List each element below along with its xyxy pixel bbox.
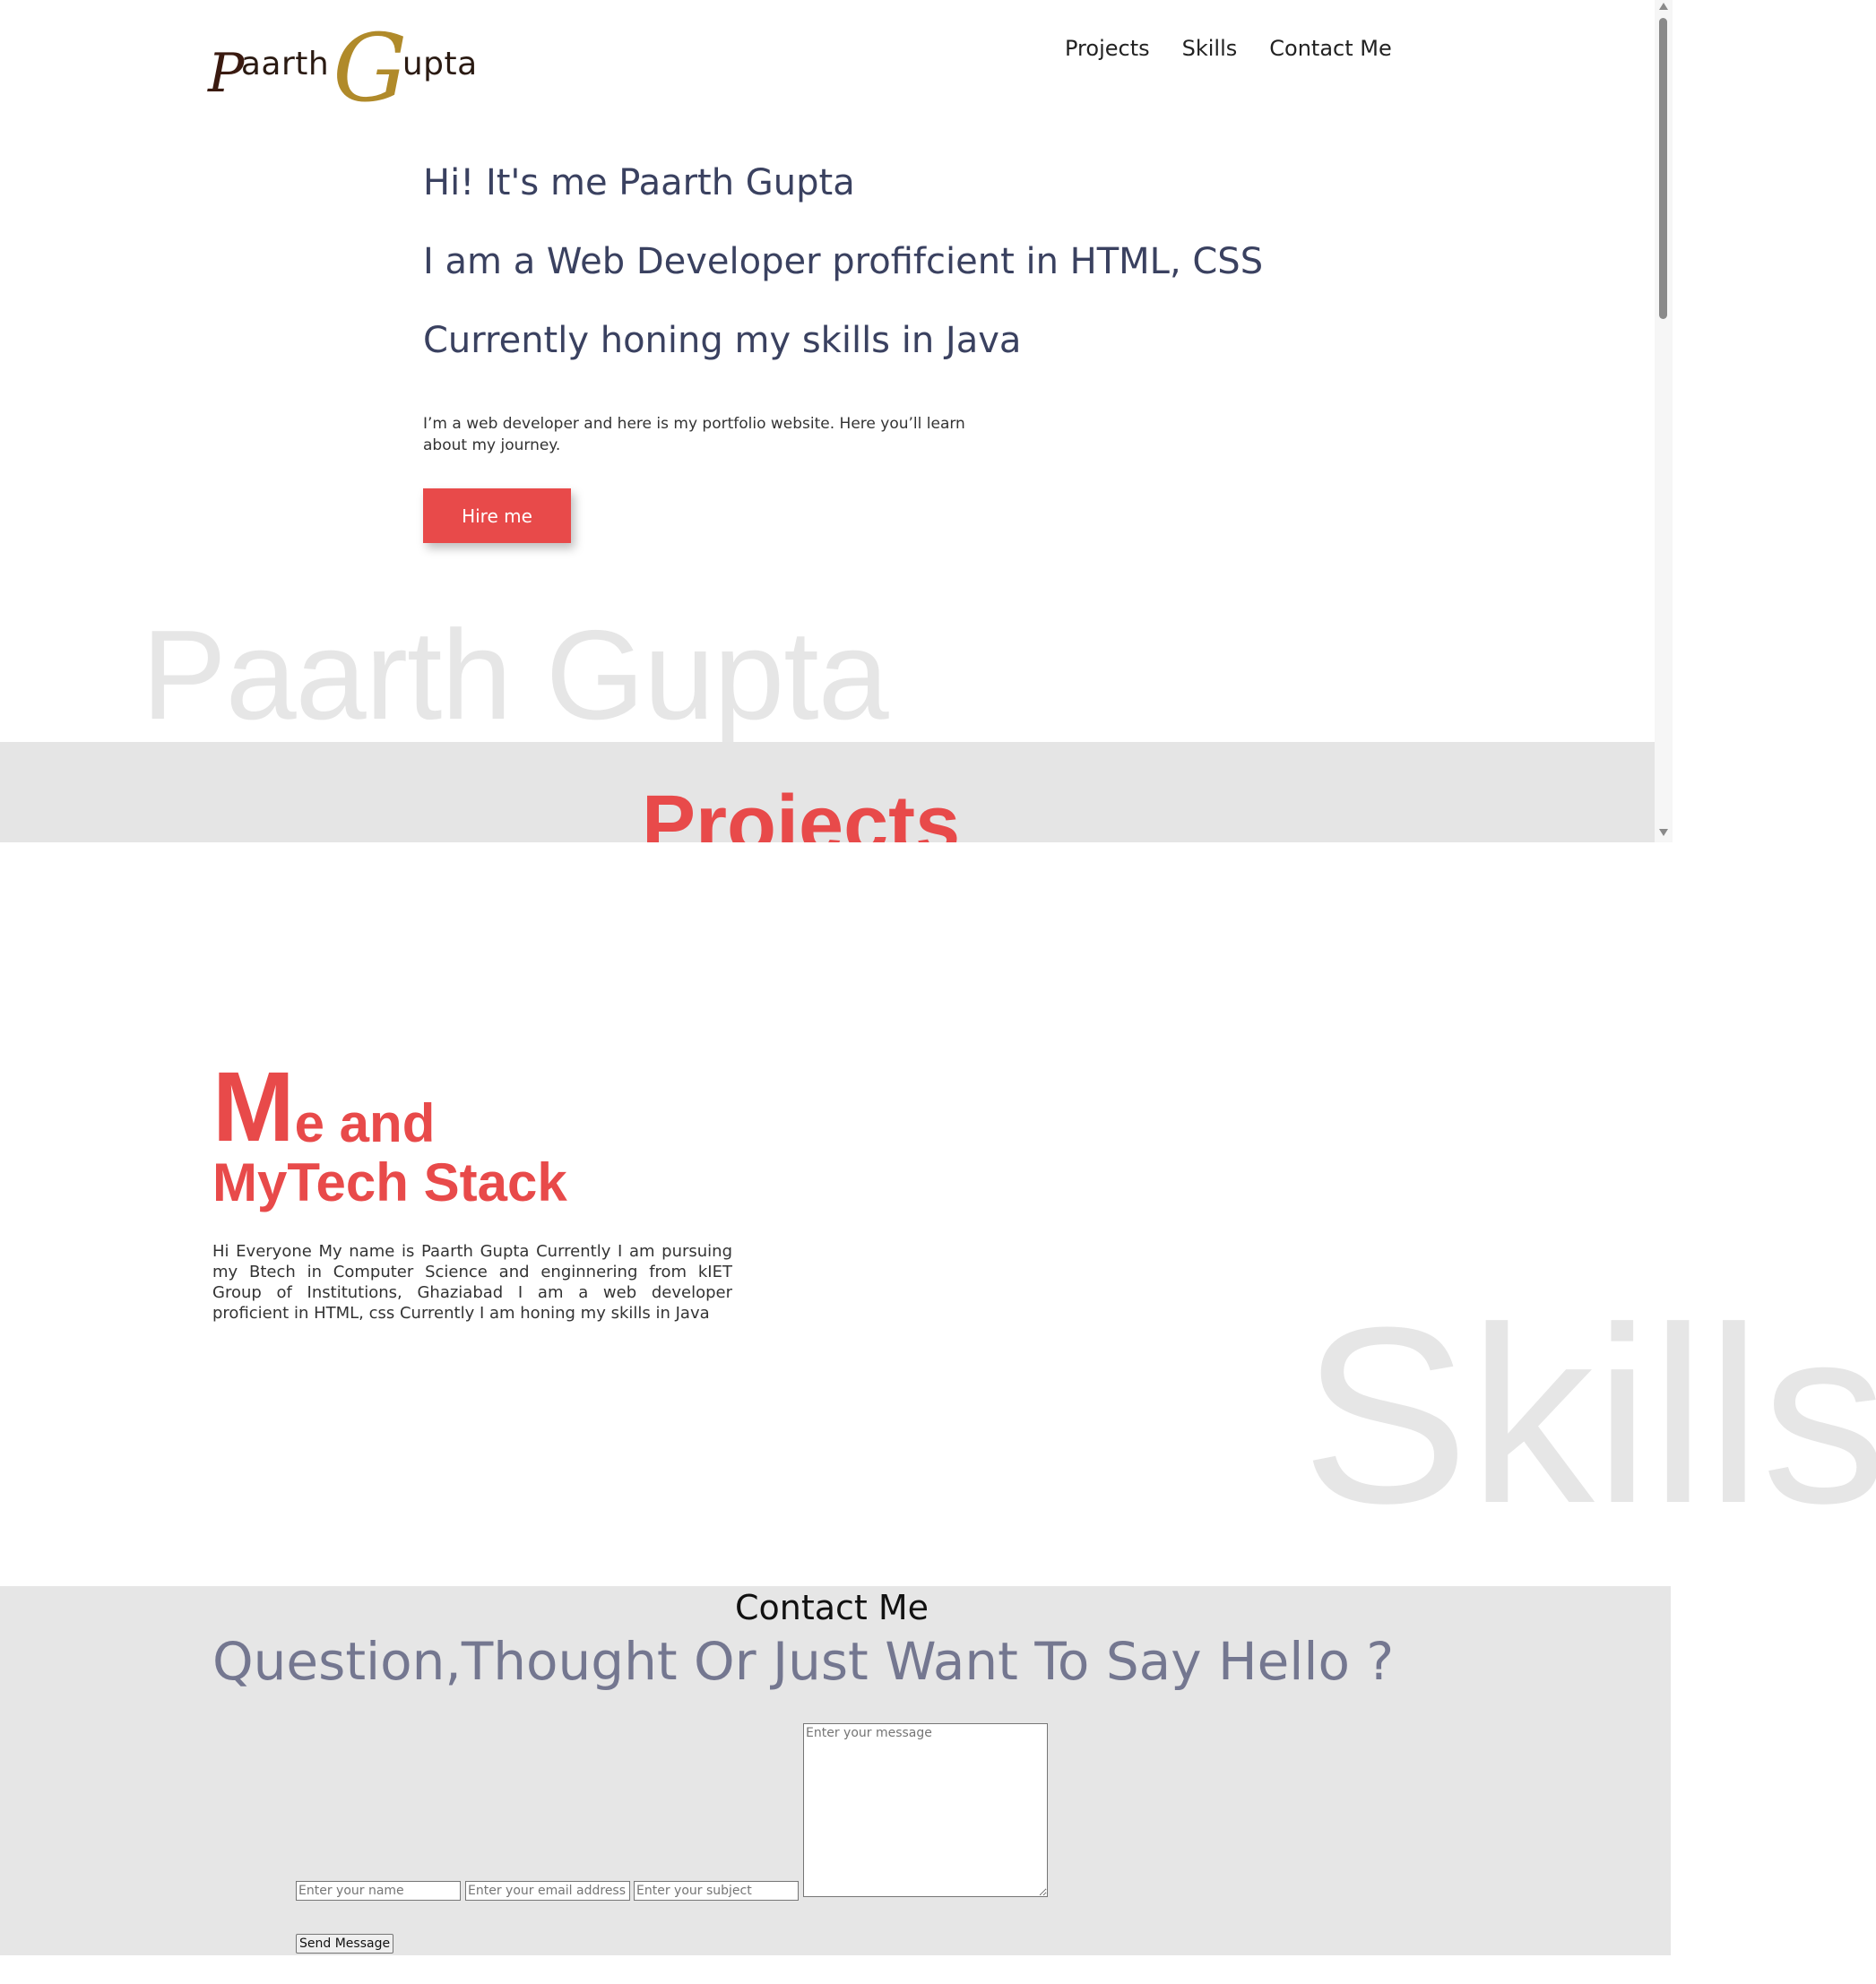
message-textarea[interactable] [803, 1723, 1048, 1897]
hero-line-greeting: Hi! It's me Paarth Gupta [423, 162, 855, 203]
projects-title: Projects [642, 780, 961, 842]
contact-subheading: Question,Thought Or Just Want To Say Hel… [212, 1631, 1395, 1692]
projects-section: Projects [0, 742, 1655, 842]
scroll-up-arrow-icon[interactable] [1659, 3, 1668, 10]
top-nav: Projects Skills Contact Me [1065, 36, 1392, 61]
nav-link-skills[interactable]: Skills [1182, 36, 1238, 61]
logo-first-name-rest: aarth [240, 46, 330, 82]
hero-line-learning: Currently honing my skills in Java [423, 320, 1022, 361]
contact-heading: Contact Me [734, 1588, 929, 1627]
about-title-first-letter: M [212, 1051, 295, 1162]
nav-link-projects[interactable]: Projects [1065, 36, 1150, 61]
scrollbar[interactable] [1655, 0, 1673, 842]
logo-last-name-rest: upta [402, 46, 478, 82]
hero-description: I’m a web developer and here is my portf… [423, 415, 965, 454]
hero-scroll-frame: P aarth G upta Projects Skills Contact M… [0, 0, 1673, 842]
about-title: M e and MyTech Stack [212, 1057, 567, 1212]
name-input[interactable] [296, 1881, 461, 1901]
hero-line-role: I am a Web Developer profifcient in HTML… [423, 241, 1264, 282]
scroll-down-arrow-icon[interactable] [1659, 829, 1668, 836]
about-description: Hi Everyone My name is Paarth Gupta Curr… [212, 1242, 732, 1323]
hire-me-button[interactable]: Hire me [423, 488, 571, 543]
hero-background-name: Paarth Gupta [142, 604, 889, 746]
send-message-button[interactable]: Send Message [296, 1934, 394, 1954]
about-title-line2: MyTech Stack [212, 1152, 567, 1212]
hero-typed-lines: Hi! It's me Paarth Gupta I am a Web Deve… [423, 160, 1263, 396]
about-title-line1-rest: e and [294, 1093, 436, 1153]
skills-background-word: Skills [1301, 1276, 1876, 1556]
logo[interactable]: P aarth G upta [208, 9, 478, 115]
contact-section: Contact Me Question,Thought Or Just Want… [0, 1586, 1671, 1955]
subject-input[interactable] [634, 1881, 799, 1901]
logo-initial-p: P [208, 42, 245, 105]
email-input[interactable] [465, 1881, 630, 1901]
logo-initial-g: G [333, 13, 408, 123]
nav-link-contact[interactable]: Contact Me [1269, 36, 1391, 61]
scrollbar-thumb[interactable] [1659, 18, 1667, 319]
